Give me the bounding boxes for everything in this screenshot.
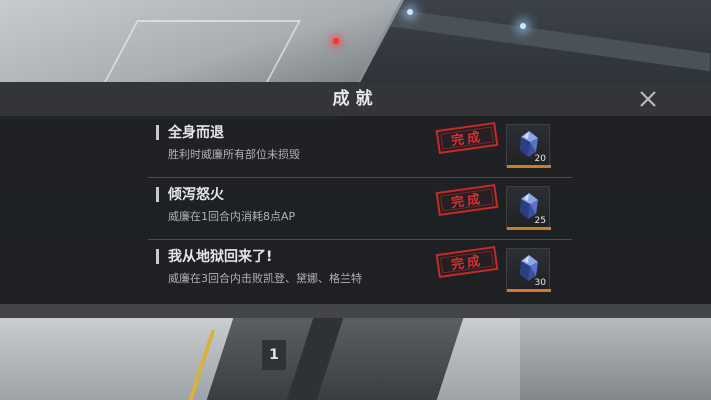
upper-deck-markings <box>102 20 302 84</box>
row-marker <box>156 187 159 202</box>
achievement-row: 倾泻怒火 威廉在1回合内消耗8点AP 完成 25 <box>148 178 572 240</box>
completed-stamp: 完成 <box>435 245 499 279</box>
lower-deck-right-panel <box>520 318 711 400</box>
game-screen: 1 成就 全身而退 胜利时威廉所有部位未损毁 完成 20 倾泻怒火 威廉在1回合… <box>0 0 711 400</box>
achievement-title: 倾泻怒火 <box>168 187 224 203</box>
close-icon <box>640 91 656 107</box>
reward-count: 25 <box>534 216 546 226</box>
achievement-description: 威廉在1回合内消耗8点AP <box>168 210 296 223</box>
achievement-description: 胜利时威廉所有部位未损毁 <box>168 148 300 161</box>
reward-underline <box>507 227 551 230</box>
row-marker <box>156 125 159 140</box>
warning-light <box>333 38 339 44</box>
ceiling-lamp <box>407 9 413 15</box>
completed-stamp: 完成 <box>435 183 499 217</box>
pad-number-label: 1 <box>262 340 286 370</box>
achievement-row: 全身而退 胜利时威廉所有部位未损毁 完成 20 <box>148 116 572 178</box>
achievements-dialog: 成就 全身而退 胜利时威廉所有部位未损毁 完成 20 倾泻怒火 威廉在1回合内消… <box>0 82 711 318</box>
reward-slot[interactable]: 25 <box>506 186 551 230</box>
close-button[interactable] <box>636 87 660 111</box>
achievement-title: 全身而退 <box>168 125 224 141</box>
completed-stamp: 完成 <box>435 121 499 155</box>
reward-slot[interactable]: 30 <box>506 248 551 292</box>
reward-underline <box>507 165 551 168</box>
dialog-footer-bar <box>0 304 711 318</box>
achievement-title: 我从地狱回来了! <box>168 249 273 265</box>
achievement-row: 我从地狱回来了! 威廉在3回合内击败凯登、黛娜、格兰特 完成 30 <box>148 240 572 301</box>
reward-underline <box>507 289 551 292</box>
achievement-description: 威廉在3回合内击败凯登、黛娜、格兰特 <box>168 272 362 285</box>
ceiling-lamp <box>520 23 526 29</box>
reward-count: 20 <box>534 154 546 164</box>
dialog-title: 成就 <box>332 89 379 109</box>
reward-slot[interactable]: 20 <box>506 124 551 168</box>
achievement-list: 全身而退 胜利时威廉所有部位未损毁 完成 20 倾泻怒火 威廉在1回合内消耗8点… <box>148 116 572 301</box>
row-marker <box>156 249 159 264</box>
reward-count: 30 <box>534 278 546 288</box>
